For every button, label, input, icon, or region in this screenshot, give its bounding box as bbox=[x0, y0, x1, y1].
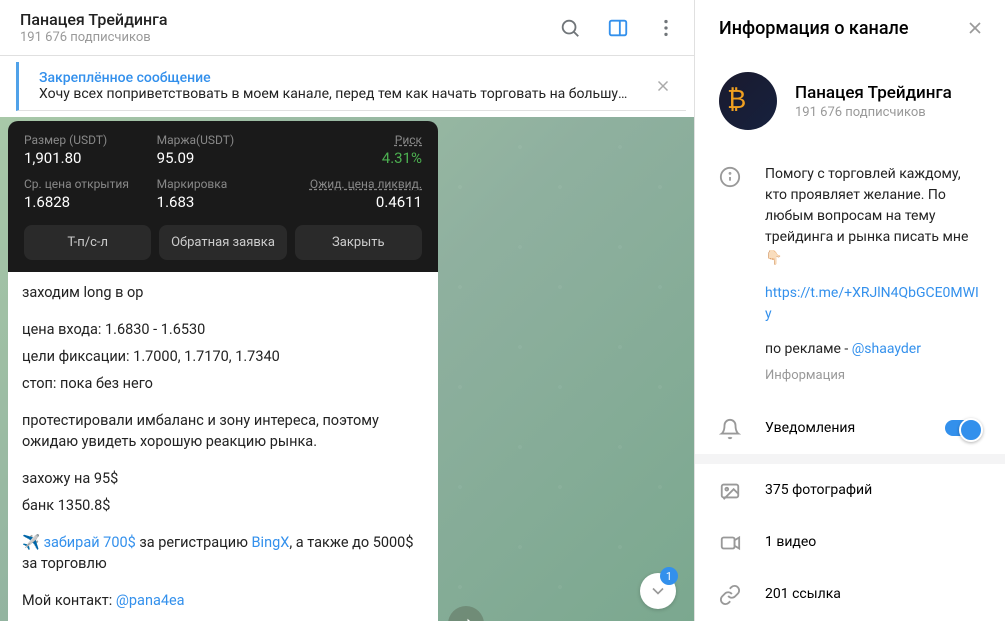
trade-margin-label: Маржа(USDT) bbox=[157, 133, 290, 147]
channel-name: Панацея Трейдинга bbox=[795, 83, 952, 103]
video-icon bbox=[719, 532, 741, 554]
notifications-toggle[interactable] bbox=[945, 420, 981, 436]
channel-description: Помогу с торговлей каждому, кто проявляе… bbox=[695, 150, 1005, 402]
contact-line: Мой контакт: @pana4ea bbox=[22, 590, 424, 611]
description-text: Помогу с торговлей каждому, кто проявляе… bbox=[765, 164, 981, 269]
message-bubble: Размер (USDT) 1,901.80 Маржа(USDT) 95.09 Р… bbox=[8, 121, 438, 621]
divider bbox=[695, 454, 1005, 464]
msg-line: банк 1350.8$ bbox=[22, 495, 424, 516]
ad-contact-link[interactable]: @shaayder bbox=[852, 341, 921, 357]
trade-mark-label: Маркировка bbox=[157, 177, 290, 191]
notifications-row[interactable]: Уведомления bbox=[695, 402, 1005, 454]
subscriber-count: 191 676 подписчиков bbox=[20, 30, 550, 45]
unread-count: 1 bbox=[660, 567, 678, 585]
trade-avg-label: Ср. цена открытия bbox=[24, 177, 157, 191]
chat-title: Панацея Трейдинга bbox=[20, 10, 550, 29]
trade-risk-value: 4.31% bbox=[289, 149, 422, 167]
tpsl-button[interactable]: Т-п/с-л bbox=[24, 225, 151, 260]
msg-line: цели фиксации: 1.7000, 1.7170, 1.7340 bbox=[22, 346, 424, 367]
sidebar-header: Информация о канале bbox=[695, 0, 1005, 56]
promo-line: ✈️ забирай 700$ за регистрацию BingX, а … bbox=[22, 532, 424, 574]
channel-profile[interactable]: Панацея Трейдинга 191 676 подписчиков bbox=[695, 56, 1005, 150]
close-icon[interactable] bbox=[654, 77, 672, 95]
search-icon[interactable] bbox=[550, 8, 590, 48]
msg-line: захожу на 95$ bbox=[22, 468, 424, 489]
photos-count: 375 фотографий bbox=[765, 482, 981, 498]
channel-subscribers: 191 676 подписчиков bbox=[795, 105, 952, 120]
videos-count: 1 видео bbox=[765, 534, 981, 550]
share-button[interactable] bbox=[448, 606, 484, 621]
reverse-button[interactable]: Обратная заявка bbox=[159, 225, 286, 260]
videos-row[interactable]: 1 видео bbox=[695, 516, 1005, 568]
avatar bbox=[719, 72, 777, 130]
messages-area[interactable]: Размер (USDT) 1,901.80 Маржа(USDT) 95.09 Р… bbox=[0, 117, 694, 621]
notifications-label: Уведомления bbox=[765, 420, 921, 436]
scroll-down-button[interactable]: 1 bbox=[640, 573, 676, 609]
chat-header: Панацея Трейдинга 191 676 подписчиков bbox=[0, 0, 694, 56]
pinned-container: Закреплённое сообщение Хочу всех поприве… bbox=[0, 56, 694, 117]
ad-text: по рекламе - @shaayder bbox=[765, 339, 981, 360]
trade-margin-value: 95.09 bbox=[157, 149, 290, 167]
link-icon bbox=[719, 584, 741, 606]
trade-size-label: Размер (USDT) bbox=[24, 133, 157, 147]
pinned-title: Закреплённое сообщение bbox=[39, 70, 636, 86]
info-sidebar: Информация о канале Панацея Трейдинга 19… bbox=[694, 0, 1005, 621]
msg-line: протестировали имбаланс и зону интереса,… bbox=[22, 410, 424, 452]
info-label: Информация bbox=[765, 366, 981, 386]
links-row[interactable]: 201 ссылка bbox=[695, 568, 1005, 620]
photos-row[interactable]: 375 фотографий bbox=[695, 464, 1005, 516]
trade-mark-value: 1.683 bbox=[157, 193, 290, 211]
close-position-button[interactable]: Закрыть bbox=[295, 225, 422, 260]
pinned-text: Хочу всех поприветствовать в моем канале… bbox=[39, 86, 636, 102]
trade-widget: Размер (USDT) 1,901.80 Маржа(USDT) 95.09 Р… bbox=[8, 121, 438, 272]
contact-link[interactable]: @pana4ea bbox=[116, 592, 185, 609]
trade-avg-value: 1.6828 bbox=[24, 193, 157, 211]
trade-liq-label: Ожид. цена ликвид. bbox=[289, 177, 422, 191]
message-text: заходим long в op цена входа: 1.6830 - 1… bbox=[8, 272, 438, 621]
close-sidebar-icon[interactable] bbox=[957, 10, 993, 46]
photo-icon bbox=[719, 480, 741, 502]
promo-link[interactable]: забирай 700$ bbox=[44, 534, 136, 551]
sidebar-title: Информация о канале bbox=[719, 18, 957, 39]
trade-liq-value: 0.4611 bbox=[289, 193, 422, 211]
pinned-message[interactable]: Закреплённое сообщение Хочу всех поприве… bbox=[16, 62, 686, 111]
chat-title-block[interactable]: Панацея Трейдинга 191 676 подписчиков bbox=[20, 10, 550, 45]
trade-risk-label: Риск bbox=[289, 133, 422, 147]
bell-icon bbox=[719, 418, 741, 440]
more-icon[interactable] bbox=[646, 8, 686, 48]
invite-link[interactable]: https://t.me/+XRJlN4QbGCE0MWIy bbox=[765, 283, 981, 325]
msg-line: заходим long в op bbox=[22, 282, 424, 303]
msg-line: цена входа: 1.6830 - 1.6530 bbox=[22, 319, 424, 340]
trade-size-value: 1,901.80 bbox=[24, 149, 157, 167]
bingx-link[interactable]: BingX bbox=[252, 534, 290, 551]
info-icon bbox=[719, 166, 741, 386]
links-count: 201 ссылка bbox=[765, 586, 981, 602]
sidebar-toggle-icon[interactable] bbox=[598, 8, 638, 48]
msg-line: стоп: пока без него bbox=[22, 373, 424, 394]
